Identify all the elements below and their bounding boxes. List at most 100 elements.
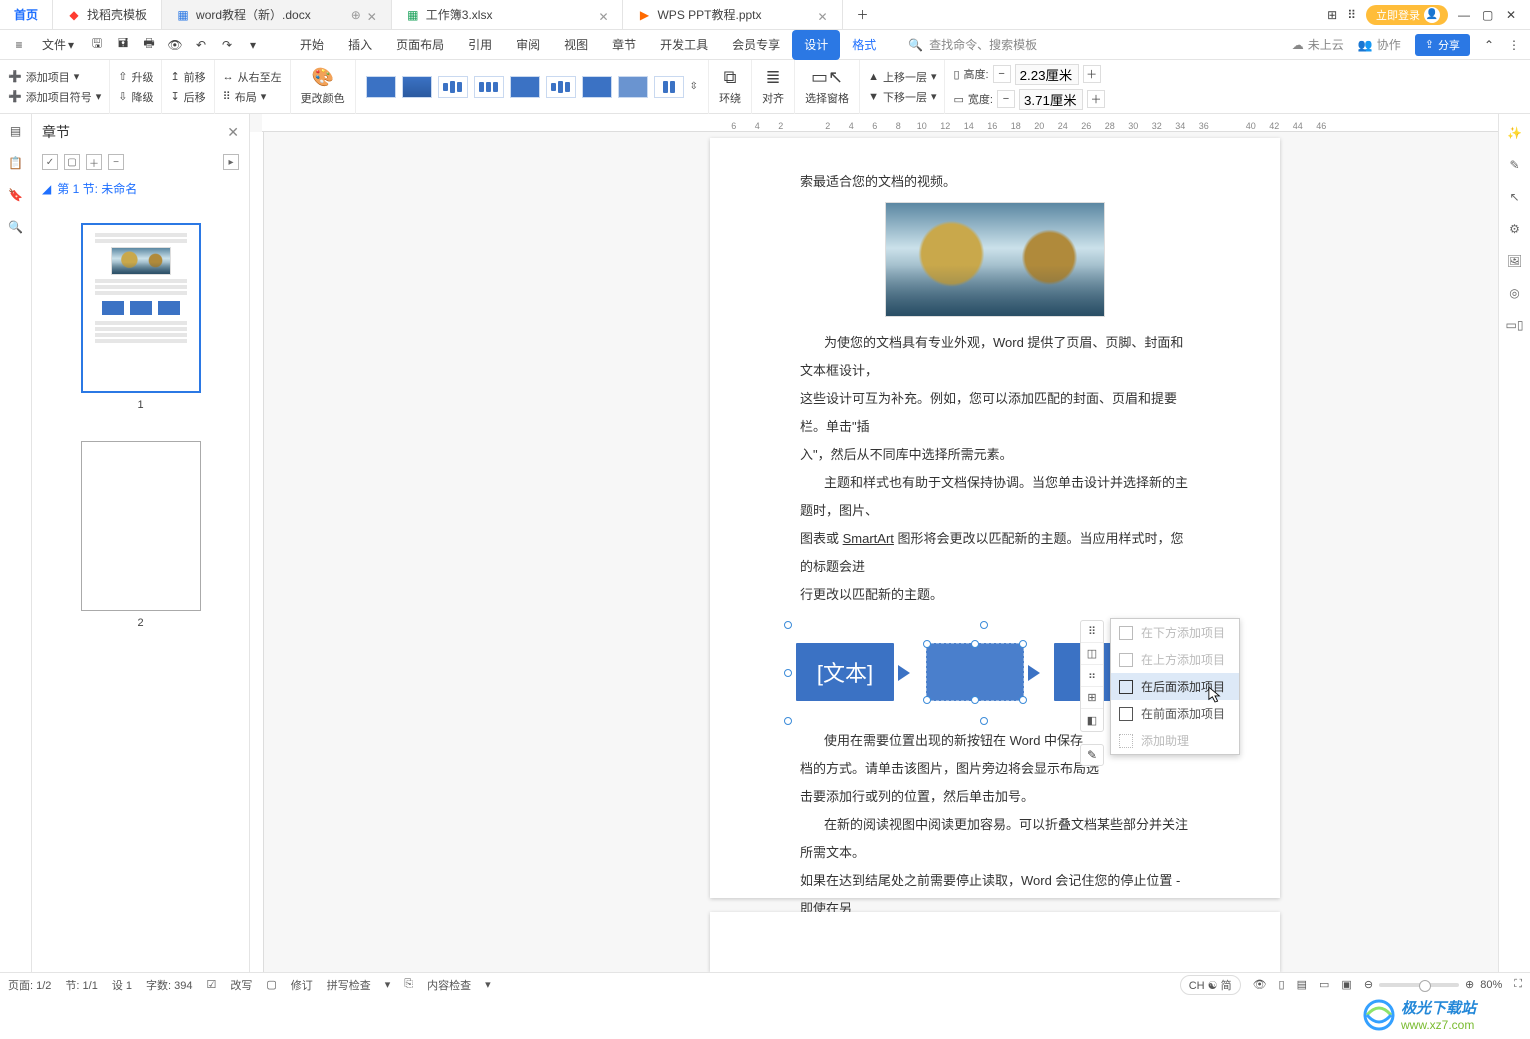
- smartart-block-1[interactable]: [文本]: [796, 643, 894, 701]
- redo-icon[interactable]: ↷: [218, 36, 236, 54]
- undo-icon[interactable]: ↶: [192, 36, 210, 54]
- bookmark-icon[interactable]: 🔖: [8, 188, 23, 202]
- menu-icon[interactable]: ≡: [10, 36, 28, 54]
- tool-2[interactable]: ▢: [64, 154, 80, 170]
- tab-new[interactable]: ＋: [843, 0, 883, 29]
- view-page-icon[interactable]: ▯: [1279, 978, 1285, 991]
- status-contentcheck[interactable]: 内容检查: [427, 977, 471, 993]
- gallery-more-icon[interactable]: ⇳: [690, 81, 698, 92]
- menu-review[interactable]: 审阅: [504, 30, 552, 60]
- style-cell[interactable]: [474, 76, 504, 98]
- width-input[interactable]: [1019, 89, 1083, 110]
- ctx-add-below[interactable]: 在下方添加项目: [1111, 619, 1239, 646]
- tool-add[interactable]: ＋: [86, 154, 102, 170]
- cloud-status[interactable]: ☁未上云: [1292, 36, 1344, 53]
- status-spellcheck[interactable]: 拼写检查: [327, 977, 371, 993]
- view-read-icon[interactable]: ▣: [1341, 978, 1351, 991]
- zoom-slider[interactable]: [1379, 983, 1459, 987]
- apps-icon[interactable]: ⠿: [1347, 8, 1356, 22]
- layout-button[interactable]: ⠿布局 ▾: [223, 89, 282, 105]
- save-icon[interactable]: 🖫: [88, 36, 106, 54]
- view-outline-icon[interactable]: ▤: [1297, 978, 1307, 991]
- page-thumbnail-2[interactable]: [81, 441, 201, 611]
- status-section[interactable]: 节: 1/1: [65, 977, 97, 993]
- add-symbol-button[interactable]: ➕添加项目符号 ▾: [8, 89, 101, 105]
- minimize-icon[interactable]: ―: [1458, 8, 1472, 22]
- edit-pencil-icon[interactable]: ✎: [1080, 744, 1104, 766]
- height-input[interactable]: [1015, 64, 1079, 85]
- style-cell[interactable]: [510, 76, 540, 98]
- tool-item[interactable]: ⠶: [1081, 665, 1103, 687]
- settings-icon[interactable]: ⚙: [1509, 222, 1520, 236]
- status-track-icon[interactable]: ▢: [266, 978, 276, 991]
- menu-references[interactable]: 引用: [456, 30, 504, 60]
- document-page-2[interactable]: [710, 912, 1280, 972]
- outline-icon[interactable]: ▤: [10, 124, 21, 138]
- smartart-block-2-selected[interactable]: [926, 643, 1024, 701]
- close-panel-icon[interactable]: ✕: [227, 124, 239, 141]
- fullscreen-icon[interactable]: ⛶: [1514, 978, 1522, 991]
- status-page[interactable]: 页面: 1/2: [8, 977, 51, 993]
- qat-more-icon[interactable]: ▾: [244, 36, 262, 54]
- tab-home[interactable]: 首页: [0, 0, 53, 29]
- promote-button[interactable]: ⇧升级: [118, 69, 153, 85]
- tool-item[interactable]: ◫: [1081, 643, 1103, 665]
- zoom-control[interactable]: ⊖ ⊕ 80%: [1364, 978, 1502, 991]
- collab-button[interactable]: 👥协作: [1358, 36, 1401, 53]
- ctx-add-before[interactable]: 在前面添加项目: [1111, 700, 1239, 727]
- send-backward-button[interactable]: ▼下移一层 ▾: [868, 89, 936, 105]
- style-cell[interactable]: [546, 76, 576, 98]
- file-menu[interactable]: 文件▾: [36, 36, 80, 53]
- zoom-label[interactable]: 80%: [1480, 979, 1502, 991]
- tab-word-doc[interactable]: ▦ word教程（新）.docx ⊕ ✕: [162, 0, 392, 29]
- menu-vip[interactable]: 会员专享: [720, 30, 792, 60]
- style-cell[interactable]: [438, 76, 468, 98]
- height-minus[interactable]: −: [993, 65, 1011, 83]
- selection-pane-button[interactable]: ▭↖选择窗格: [795, 60, 860, 114]
- share-button[interactable]: ⇪分享: [1415, 34, 1470, 56]
- location-icon[interactable]: ◎: [1509, 286, 1519, 300]
- zoom-in-icon[interactable]: ⊕: [1465, 978, 1474, 991]
- width-minus[interactable]: −: [997, 90, 1015, 108]
- image-icon[interactable]: 🖼: [1507, 254, 1522, 268]
- menu-view[interactable]: 视图: [552, 30, 600, 60]
- close-window-icon[interactable]: ✕: [1506, 8, 1520, 22]
- tool-1[interactable]: ✓: [42, 154, 58, 170]
- style-cell[interactable]: [582, 76, 612, 98]
- close-icon[interactable]: ✕: [598, 10, 608, 20]
- page-thumbnail-1[interactable]: [81, 223, 201, 393]
- change-color-button[interactable]: 🎨 更改颜色: [291, 60, 356, 114]
- close-icon[interactable]: ✕: [367, 10, 377, 20]
- view-web-icon[interactable]: ▭: [1319, 978, 1329, 991]
- grid-icon[interactable]: ⊞: [1327, 8, 1337, 22]
- tool-item[interactable]: ⠿: [1081, 621, 1103, 643]
- tool-expand[interactable]: ▸: [223, 154, 239, 170]
- close-icon[interactable]: ✕: [818, 10, 828, 20]
- view-eye-icon[interactable]: 👁: [1253, 978, 1267, 991]
- style-cell[interactable]: [366, 76, 396, 98]
- ctx-add-above[interactable]: 在上方添加项目: [1111, 646, 1239, 673]
- search-left-icon[interactable]: 🔍: [8, 220, 23, 234]
- rtl-button[interactable]: ↔从右至左: [223, 69, 282, 85]
- height-plus[interactable]: ＋: [1083, 65, 1101, 83]
- pointer-icon[interactable]: ↖: [1509, 190, 1519, 204]
- status-set[interactable]: 设 1: [112, 977, 132, 993]
- ai-icon[interactable]: ✨: [1507, 126, 1522, 140]
- tab-ppt[interactable]: ▶ WPS PPT教程.pptx ✕: [623, 0, 842, 29]
- expand-ribbon-icon[interactable]: ⌃: [1484, 38, 1494, 52]
- menu-chapter[interactable]: 章节: [600, 30, 648, 60]
- menu-start[interactable]: 开始: [288, 30, 336, 60]
- save-as-icon[interactable]: 🖬: [114, 36, 132, 54]
- pen-icon[interactable]: ✎: [1509, 158, 1519, 172]
- wrap-button[interactable]: ⧉环绕: [709, 60, 752, 114]
- tool-item[interactable]: ⊞: [1081, 687, 1103, 709]
- maximize-icon[interactable]: ▢: [1482, 8, 1496, 22]
- add-item-button[interactable]: ➕添加项目 ▾: [8, 69, 101, 85]
- move-back-button[interactable]: ↧后移: [170, 89, 205, 105]
- menu-devtools[interactable]: 开发工具: [648, 30, 720, 60]
- style-cell[interactable]: [654, 76, 684, 98]
- print-icon[interactable]: 🖶: [140, 36, 158, 54]
- ime-badge[interactable]: CH ☯ 简: [1180, 975, 1241, 995]
- move-forward-button[interactable]: ↥前移: [170, 69, 205, 85]
- menu-design[interactable]: 设计: [792, 30, 840, 60]
